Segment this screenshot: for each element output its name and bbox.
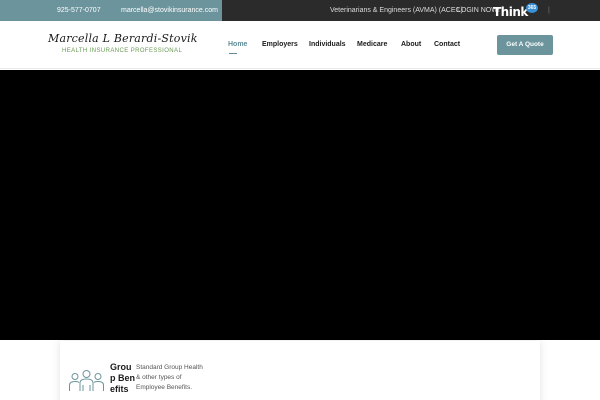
site-header: Marcella L Berardi-Stovik HEALTH INSURAN…	[0, 21, 600, 69]
nav-home[interactable]: Home	[228, 40, 247, 49]
think-logo-badge: 365	[526, 3, 538, 13]
nav-active-indicator	[229, 53, 237, 54]
service-description: Standard Group Health & other types of E…	[136, 364, 203, 391]
logo-tagline: HEALTH INSURANCE PROFESSIONAL	[62, 48, 183, 54]
nav-employers[interactable]: Employers	[262, 40, 298, 49]
nav-medicare[interactable]: Medicare	[357, 40, 387, 49]
group-people-icon	[69, 370, 104, 391]
hero-video-area[interactable]	[0, 70, 600, 340]
top-bar: 925-577-0707 marcella@stovikinsurance.co…	[0, 0, 600, 21]
think365-logo[interactable]: Think 365	[493, 3, 543, 20]
service-title[interactable]: Group Benefits	[110, 362, 136, 400]
think-logo-word: Think	[493, 5, 528, 19]
logo-name: Marcella L Berardi-Stovik	[48, 32, 198, 45]
site-logo[interactable]: Marcella L Berardi-Stovik HEALTH INSURAN…	[48, 32, 198, 58]
get-a-quote-button[interactable]: Get A Quote	[497, 35, 553, 55]
nav-about[interactable]: About	[401, 40, 421, 49]
phone-link[interactable]: 925-577-0707	[57, 6, 101, 15]
nav-individuals[interactable]: Individuals	[309, 40, 346, 49]
professionals-link[interactable]: Veterinarians & Engineers (AVMA) (ACEC)	[330, 6, 463, 15]
email-link[interactable]: marcella@stovikinsurance.com	[121, 6, 218, 15]
top-bar-separator: |	[548, 7, 550, 14]
nav-contact[interactable]: Contact	[434, 40, 460, 49]
